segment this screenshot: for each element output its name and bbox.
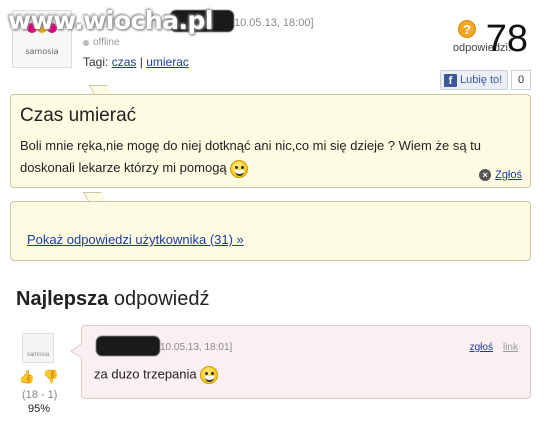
vote-tally: (18 - 1) [22, 389, 58, 401]
facebook-like-label: Lubię to! [460, 74, 503, 86]
tag-separator: | [139, 55, 143, 69]
report-question-label: Zgłoś [495, 169, 522, 181]
answer-body-text: za duzo trzepania [94, 366, 197, 382]
answer-date: 10.05.13, 18:01] [160, 342, 233, 353]
thumb-down-icon[interactable]: 👎 [42, 369, 60, 385]
answer-bubble-tail-inner [72, 344, 82, 358]
report-icon: × [479, 169, 492, 181]
answer-permalink[interactable]: link [503, 342, 518, 353]
question-icon: ? [458, 20, 476, 38]
answer-body: za duzo trzepania [94, 366, 219, 384]
report-question-button[interactable]: × Zgłoś [479, 169, 522, 181]
answer-actions: zgłoś link [470, 342, 518, 353]
facebook-like-button[interactable]: f Lubię to! [440, 70, 509, 90]
show-user-answers-link[interactable]: Pokaż odpowiedzi użytkownika (31) » [27, 232, 244, 247]
redacted-username [96, 336, 160, 356]
question-body-text: Boli mnie ręka,nie mogę do niej dotknąć … [20, 138, 481, 175]
facebook-icon: f [444, 73, 457, 87]
grin-emoji-icon [200, 366, 219, 384]
vote-percent: 95% [28, 403, 51, 415]
best-answer-bubble: 10.05.13, 18:01] zgłoś link za duzo trze… [81, 325, 531, 399]
question-body: Boli mnie ręka,nie mogę do niej dotknąć … [20, 135, 520, 179]
thumb-up-icon[interactable]: 👍 [18, 369, 36, 385]
question-tags: Tagi: czas | umierac [83, 55, 189, 69]
facebook-like-count: 0 [511, 70, 531, 90]
tags-label: Tagi: [83, 55, 109, 69]
user-status: offline [83, 37, 120, 48]
site-watermark: www.wiocha.pl [8, 6, 213, 35]
tag-link-umierac[interactable]: umierac [146, 55, 189, 69]
tag-link-czas[interactable]: czas [112, 55, 137, 69]
avatar-logo-text: samosia [25, 47, 59, 56]
status-dot-icon [83, 39, 89, 46]
question-title: Czas umierać [20, 105, 137, 126]
best-answer-heading: Najlepsza odpowiedź [16, 288, 209, 311]
question-date: 10.05.13, 18:00] [234, 17, 314, 29]
report-answer-link[interactable]: zgłoś [470, 342, 493, 353]
best-answer-heading-bold: Najlepsza [16, 288, 109, 310]
user-answers-bubble: Pokaż odpowiedzi użytkownika (31) » [10, 201, 531, 261]
answers-count: 78 [485, 18, 528, 60]
best-answer-heading-rest: odpowiedź [108, 288, 210, 310]
answerer-avatar[interactable]: samosia [22, 333, 54, 363]
avatar-logo-text: samosia [26, 352, 50, 358]
grin-emoji-icon [230, 159, 249, 178]
question-bubble: Czas umierać Boli mnie ręka,nie mogę do … [10, 94, 531, 188]
status-text: offline [93, 37, 120, 48]
vote-controls: 👍 👎 [18, 369, 60, 385]
